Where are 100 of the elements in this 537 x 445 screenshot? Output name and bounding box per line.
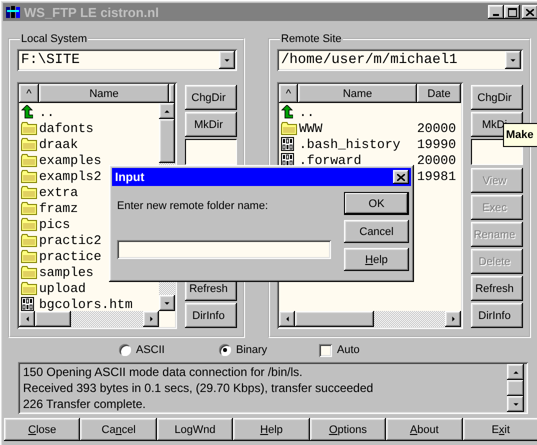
scroll-right-button[interactable] [143,311,159,327]
panel-button[interactable]: MkDir [185,112,237,137]
panel-button[interactable]: ChgDir [185,85,237,110]
option-label: Auto [337,344,360,356]
dialog-button[interactable]: OK [344,192,409,215]
file-icon [281,137,294,151]
toolbar-button[interactable]: Exit [462,418,537,441]
scroll-up-button[interactable] [507,364,524,380]
folder-icon [21,202,37,214]
file-date: 20000 [416,152,456,168]
folder-icon [21,170,37,182]
caret-left-icon [24,315,30,323]
folder-icon [21,186,37,198]
panel-button[interactable]: ChgDir [471,85,523,110]
close-button[interactable] [522,5,537,19]
log-line: Received 393 bytes in 0.1 secs, (29.70 Kbps), transfer succeeded [23,381,374,397]
file-name[interactable]: draak [39,136,159,152]
dropdown-button[interactable] [219,51,235,69]
dialog-button[interactable]: Help [344,248,409,271]
caret-up-icon [510,370,520,374]
file-icon [21,297,34,311]
scroll-down-button[interactable] [159,295,175,311]
folder-icon [21,138,37,150]
file-name[interactable]: WWW [299,120,414,136]
folder-icon [281,122,297,134]
scroll-up-button[interactable] [159,103,175,119]
column-header[interactable]: ^ [19,84,39,103]
path-dropdown[interactable]: /home/user/m/michael1 [277,49,523,71]
file-name[interactable]: bgcolors.htm [39,296,159,311]
horizontal-scrollbar[interactable] [279,311,461,327]
file-date: 19981 [416,168,456,184]
close-icon [526,8,534,16]
folder-icon [21,218,37,230]
panel-button[interactable]: DirInfo [185,303,237,328]
maximize-icon [508,8,516,16]
app-icon [5,4,21,20]
radio-button[interactable] [219,344,231,356]
caret-right-icon [450,315,456,323]
file-name[interactable]: upload [39,280,159,296]
minimize-icon [493,14,499,16]
scroll-thumb[interactable] [159,119,175,163]
dropdown-button[interactable] [505,51,521,69]
toolbar-button[interactable]: About [386,418,463,441]
file-name[interactable]: .forward [299,152,414,168]
vertical-scrollbar[interactable] [507,364,524,412]
folder-icon [21,250,37,262]
file-name[interactable]: dafonts [39,120,159,136]
caret-left-icon [284,315,290,323]
close-button[interactable] [393,170,409,184]
caret-down-icon [508,58,518,62]
blank-panel [185,139,237,165]
toolbar-button[interactable]: Help [233,418,310,441]
folder-icon [21,154,37,166]
scroll-left-button[interactable] [19,311,35,327]
column-header[interactable]: Date [417,84,461,103]
window-title: WS_FTP LE cistron.nl [24,4,160,20]
up-arrow-icon [21,105,33,119]
folder-icon [21,234,37,246]
file-date: 20000 [416,120,456,136]
maximize-button[interactable] [504,5,520,19]
checkbox[interactable] [319,344,332,356]
file-name[interactable]: .. [39,104,159,120]
file-name[interactable]: .. [299,104,414,120]
file-name[interactable]: examples [39,152,159,168]
panel-button[interactable]: Refresh [471,276,523,301]
file-date: 19990 [416,136,456,152]
panel-button[interactable]: DirInfo [471,303,523,328]
caret-up-icon [162,108,172,114]
path-dropdown[interactable]: F:\SITE [17,49,237,71]
close-icon [397,174,405,180]
folder-icon [21,122,37,134]
column-header[interactable]: ^ [279,84,298,103]
column-header[interactable]: Name [39,84,169,103]
toolbar-button[interactable]: Options [310,418,386,441]
scroll-right-button[interactable] [445,311,461,327]
scroll-thumb[interactable] [295,311,374,327]
scroll-thumb[interactable] [507,380,524,396]
scroll-down-button[interactable] [507,396,524,412]
scroll-thumb[interactable] [35,311,71,327]
log-line: 226 Transfer complete. [23,397,147,413]
group-title: Remote Site [280,33,343,45]
radio-button[interactable] [119,344,131,356]
option-label: Binary [236,344,268,356]
minimize-button[interactable] [488,5,504,19]
file-name[interactable]: .bash_history [299,136,414,152]
dialog-button[interactable]: Cancel [344,220,409,243]
file-icon [281,153,294,167]
column-header[interactable] [169,84,175,103]
horizontal-scrollbar[interactable] [19,311,159,327]
toolbar-button[interactable]: LogWnd [156,418,234,441]
folder-icon [21,266,37,278]
caret-down-icon [222,58,232,62]
folder-name-field[interactable] [117,240,331,259]
scroll-left-button[interactable] [279,311,295,327]
caret-down-icon [162,300,172,306]
toolbar-button[interactable]: Cancel [80,418,157,441]
toolbar-button[interactable]: Close [4,418,80,441]
folder-icon [21,282,37,294]
option-label: ASCII [136,344,165,356]
column-header[interactable]: Name [298,84,417,103]
